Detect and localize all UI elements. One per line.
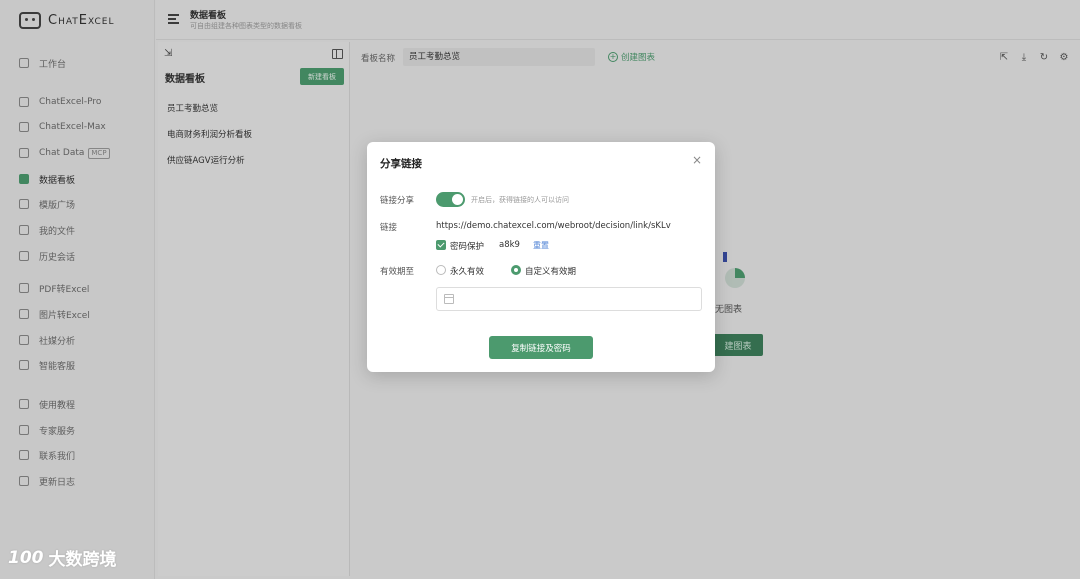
link-label: 链接 — [380, 223, 398, 233]
radio-permanent[interactable] — [436, 265, 446, 275]
share-toggle-label: 链接分享 — [380, 196, 415, 206]
password-reset-link[interactable]: 重置 — [533, 240, 549, 251]
calendar-icon — [444, 294, 454, 304]
password-value: a8k9 — [499, 240, 520, 250]
watermark-text: 大数跨境 — [48, 550, 117, 570]
share-link-dialog: 分享链接 × 链接分享 开启后，获得链接的人可以访问 链接 https://de… — [367, 142, 715, 372]
copy-link-password-button[interactable]: 复制链接及密码 — [489, 336, 593, 359]
watermark: 100 大数跨境 — [8, 545, 117, 571]
dialog-title: 分享链接 — [380, 158, 422, 170]
radio-custom-expiry[interactable] — [511, 265, 521, 275]
expiry-date-input[interactable] — [436, 287, 702, 311]
password-protect-checkbox[interactable] — [436, 240, 446, 250]
share-toggle[interactable] — [436, 192, 465, 207]
share-toggle-hint: 开启后，获得链接的人可以访问 — [471, 196, 569, 204]
radio-permanent-label: 永久有效 — [450, 267, 485, 277]
close-icon[interactable]: × — [692, 154, 702, 166]
expiry-label: 有效期至 — [380, 267, 415, 277]
watermark-logo: 100 — [8, 547, 44, 568]
radio-custom-expiry-label: 自定义有效期 — [525, 267, 577, 277]
share-link-url[interactable]: https://demo.chatexcel.com/webroot/decis… — [436, 221, 671, 231]
password-protect-label: 密码保护 — [450, 242, 485, 252]
